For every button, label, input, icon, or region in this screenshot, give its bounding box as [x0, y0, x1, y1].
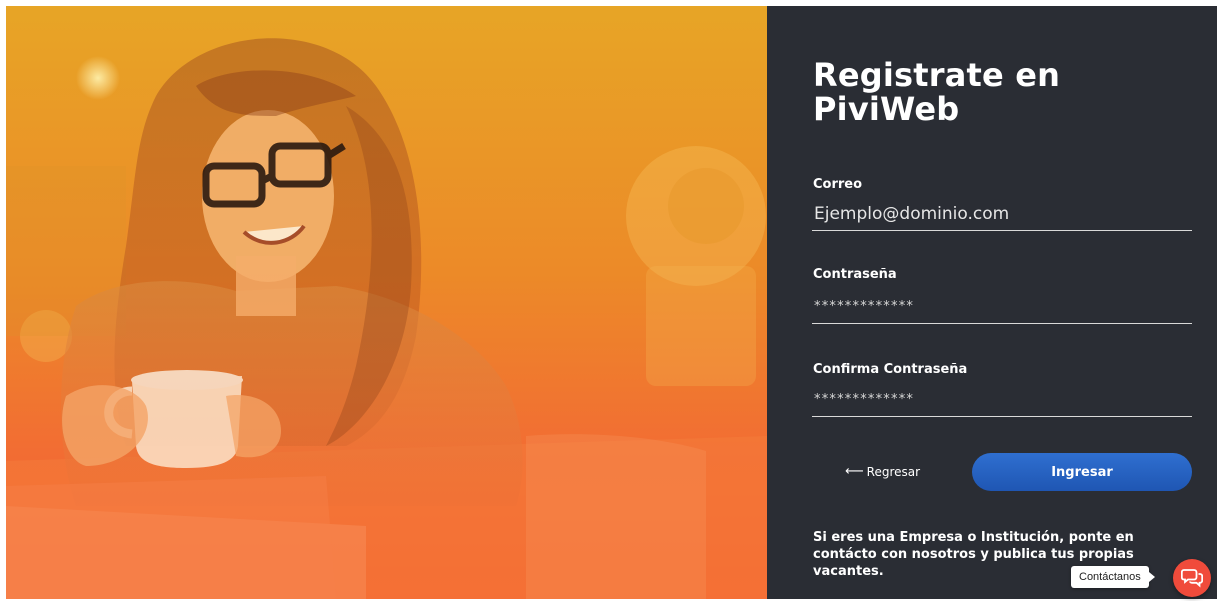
page-title: Registrate en PiviWeb — [813, 56, 1061, 128]
register-panel: Registrate en PiviWeb Correo Contraseña … — [767, 6, 1217, 599]
password-label: Contraseña — [813, 267, 897, 282]
page: Registrate en PiviWeb Correo Contraseña … — [0, 0, 1217, 601]
confirm-password-field[interactable] — [812, 383, 1192, 417]
confirm-password-label: Confirma Contraseña — [813, 362, 968, 377]
contact-button[interactable] — [1173, 559, 1211, 597]
email-field[interactable] — [812, 197, 1192, 231]
back-link[interactable]: ⟵ Regresar — [845, 464, 920, 479]
hero-image — [6, 6, 767, 599]
hero-illustration — [6, 38, 767, 599]
arrow-left-icon: ⟵ — [845, 464, 864, 479]
email-label: Correo — [813, 177, 863, 192]
submit-button[interactable]: Ingresar — [972, 453, 1192, 491]
chat-bubbles-icon — [1181, 569, 1203, 588]
password-field[interactable] — [812, 290, 1192, 324]
back-link-label: Regresar — [866, 464, 921, 479]
contact-tooltip[interactable]: Contáctanos — [1071, 566, 1155, 588]
